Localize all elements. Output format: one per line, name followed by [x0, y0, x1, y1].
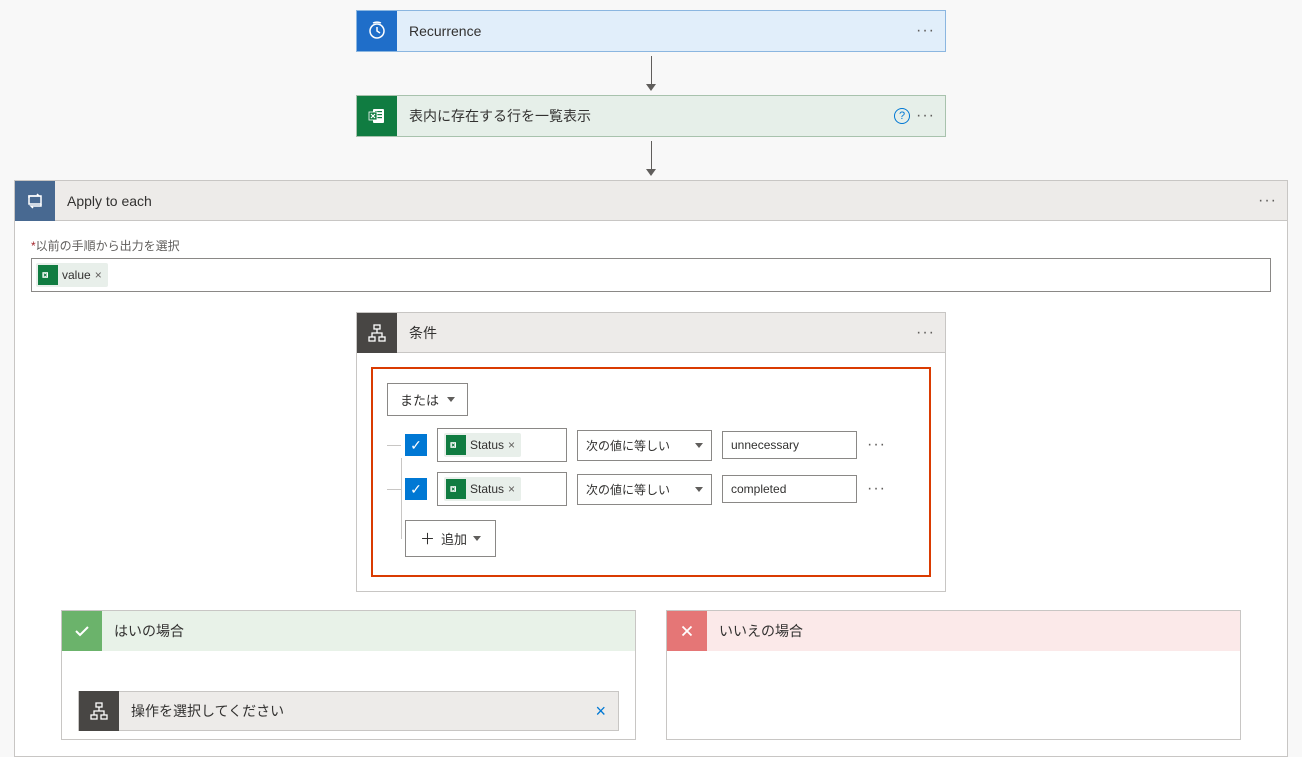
- add-condition-button[interactable]: ＋ 追加: [405, 520, 496, 557]
- group-operator-select[interactable]: または: [387, 383, 468, 416]
- choose-op-title: 操作を選択してください: [119, 701, 583, 721]
- recurrence-step[interactable]: Recurrence ···: [356, 10, 946, 52]
- value-input[interactable]: unnecessary: [722, 431, 857, 459]
- clock-icon: [357, 11, 397, 51]
- token-label: value: [62, 268, 91, 282]
- remove-token[interactable]: ×: [508, 482, 515, 496]
- close-icon[interactable]: ×: [583, 701, 618, 722]
- output-field-label: *以前の手順から出力を選択: [31, 237, 1271, 254]
- excel-menu[interactable]: ···: [916, 107, 935, 125]
- check-icon: [62, 611, 102, 651]
- remove-token[interactable]: ×: [508, 438, 515, 452]
- arrow-icon: [0, 141, 1302, 176]
- help-icon[interactable]: ?: [894, 108, 910, 124]
- output-select-input[interactable]: value ×: [31, 258, 1271, 292]
- plus-icon: ＋: [420, 528, 435, 549]
- excel-icon: [446, 435, 466, 455]
- condition-row: ✓ Status × 次の値に等しい: [405, 428, 915, 462]
- value-token[interactable]: value ×: [36, 263, 108, 287]
- chevron-down-icon: [473, 536, 481, 541]
- excel-icon: [38, 265, 58, 285]
- if-yes-title: はいの場合: [102, 621, 184, 641]
- if-no-branch: いいえの場合: [666, 610, 1241, 740]
- apply-to-each-title: Apply to each: [55, 193, 1258, 209]
- x-icon: [667, 611, 707, 651]
- branch-icon: [79, 691, 119, 731]
- apply-to-each-header[interactable]: Apply to each ···: [15, 181, 1287, 221]
- chevron-down-icon: [447, 397, 455, 402]
- condition-highlight: または ✓ Status ×: [371, 367, 931, 577]
- condition-field-input[interactable]: Status ×: [437, 428, 567, 462]
- condition-step: 条件 ··· または ✓: [356, 312, 946, 592]
- choose-operation-step[interactable]: 操作を選択してください ×: [78, 691, 619, 731]
- row-checkbox[interactable]: ✓: [405, 478, 427, 500]
- recurrence-menu[interactable]: ···: [916, 22, 935, 40]
- recurrence-title: Recurrence: [397, 23, 916, 39]
- condition-row: ✓ Status × 次の値に等しい: [405, 472, 915, 506]
- remove-token[interactable]: ×: [95, 268, 102, 282]
- condition-field-input[interactable]: Status ×: [437, 472, 567, 506]
- apply-to-each-container: Apply to each ··· *以前の手順から出力を選択 value ×: [14, 180, 1288, 757]
- operator-select[interactable]: 次の値に等しい: [577, 430, 712, 461]
- if-yes-branch: はいの場合 操作を選択してください ×: [61, 610, 636, 740]
- if-no-header[interactable]: いいえの場合: [667, 611, 1240, 651]
- excel-list-rows-step[interactable]: 表内に存在する行を一覧表示 ? ···: [356, 95, 946, 137]
- value-input[interactable]: completed: [722, 475, 857, 503]
- excel-icon: [446, 479, 466, 499]
- if-no-title: いいえの場合: [707, 621, 803, 641]
- branch-icon: [357, 313, 397, 353]
- row-menu[interactable]: ···: [867, 480, 886, 498]
- if-yes-header[interactable]: はいの場合: [62, 611, 635, 651]
- loop-icon: [15, 181, 55, 221]
- row-menu[interactable]: ···: [867, 436, 886, 454]
- excel-step-title: 表内に存在する行を一覧表示: [397, 106, 894, 126]
- status-token[interactable]: Status ×: [444, 477, 521, 501]
- chevron-down-icon: [695, 487, 703, 492]
- arrow-icon: [0, 56, 1302, 91]
- chevron-down-icon: [695, 443, 703, 448]
- apply-each-menu[interactable]: ···: [1258, 192, 1277, 210]
- status-token[interactable]: Status ×: [444, 433, 521, 457]
- row-checkbox[interactable]: ✓: [405, 434, 427, 456]
- operator-select[interactable]: 次の値に等しい: [577, 474, 712, 505]
- condition-title: 条件: [397, 323, 916, 343]
- condition-header[interactable]: 条件 ···: [357, 313, 945, 353]
- excel-icon: [357, 96, 397, 136]
- condition-menu[interactable]: ···: [916, 324, 935, 342]
